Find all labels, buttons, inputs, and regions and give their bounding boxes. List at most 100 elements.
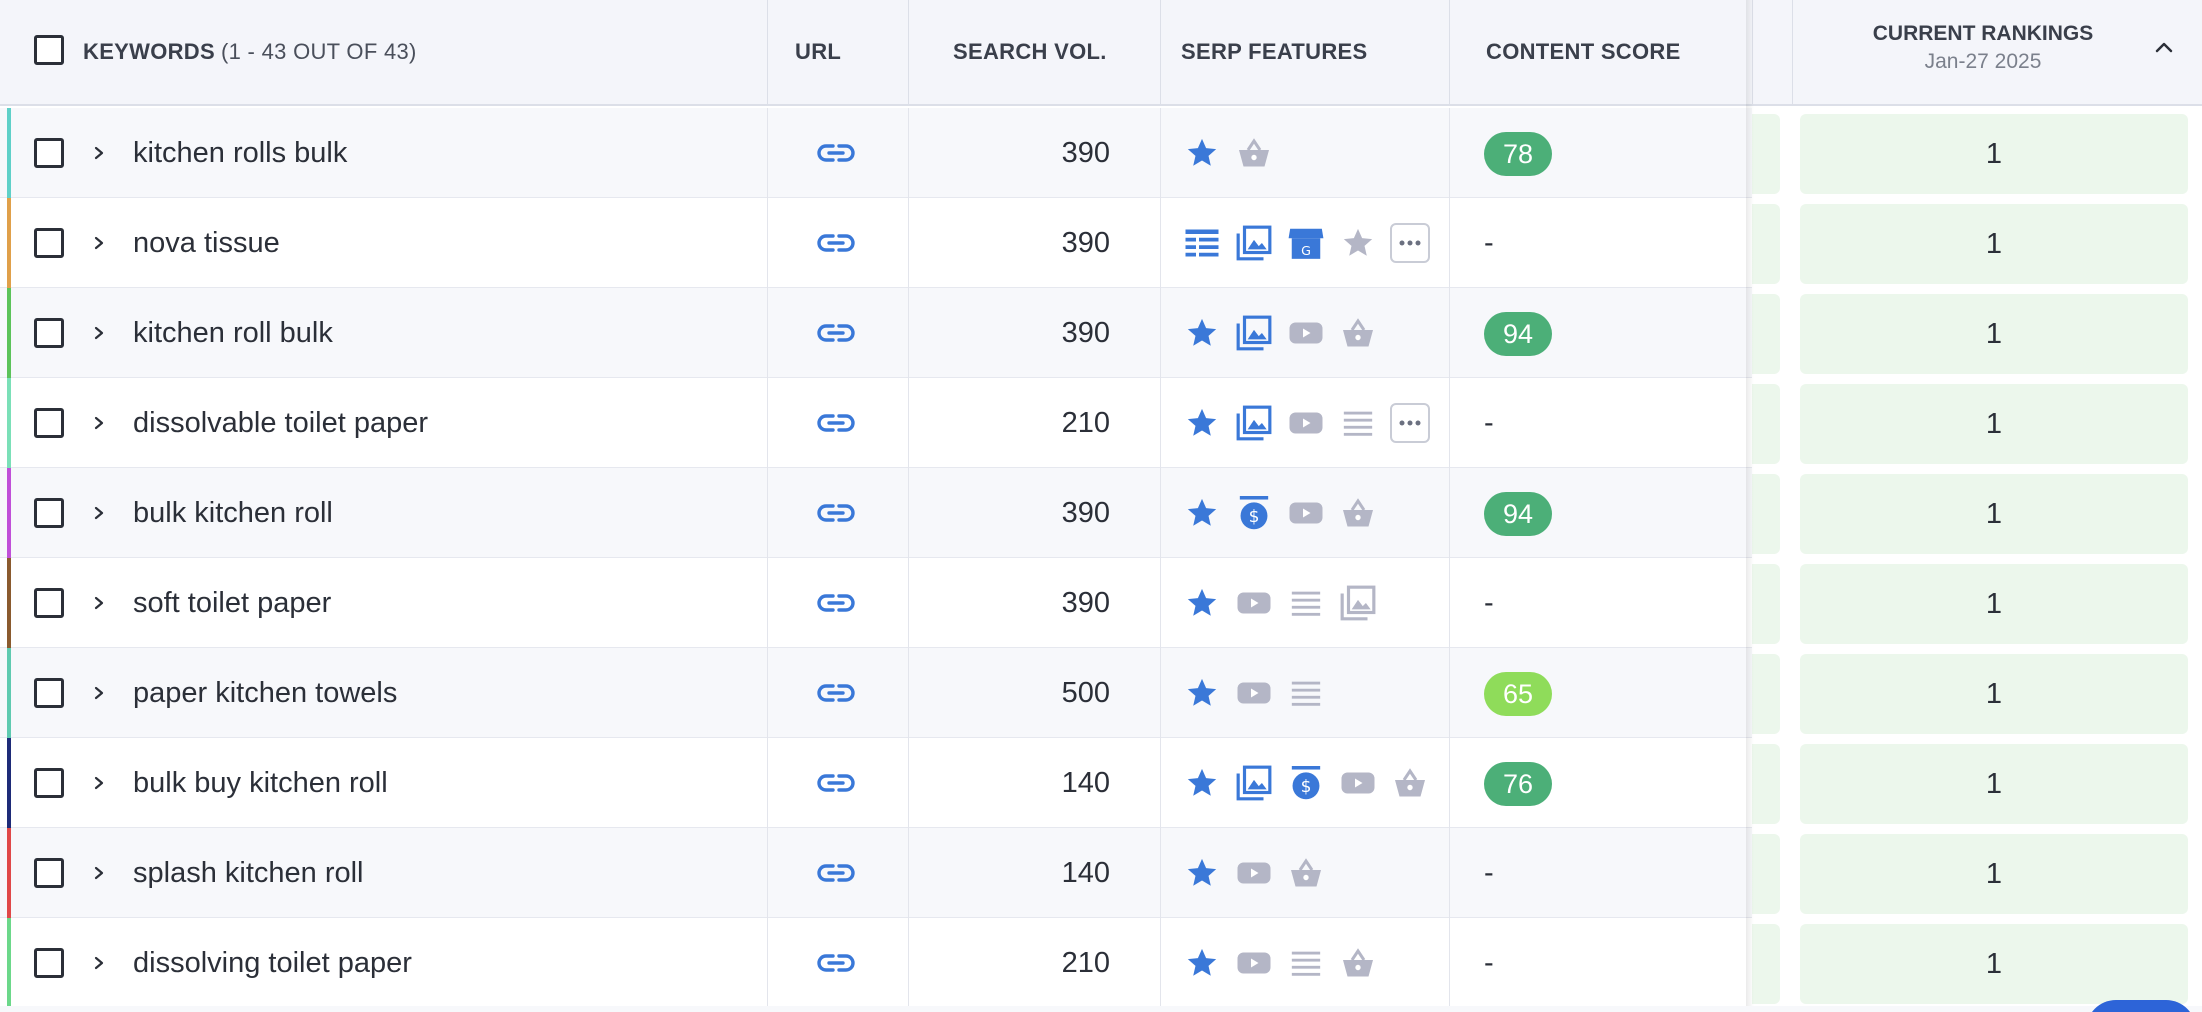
select-all-checkbox[interactable] xyxy=(34,35,64,65)
chevron-right-icon[interactable] xyxy=(92,414,106,432)
column-divider xyxy=(767,738,768,828)
column-divider xyxy=(767,648,768,738)
column-divider xyxy=(767,378,768,468)
table-row[interactable]: soft toilet paper 390 - 1 xyxy=(0,558,2202,648)
chevron-right-icon[interactable] xyxy=(92,594,106,612)
column-divider xyxy=(767,558,768,648)
row-color-marker xyxy=(7,378,11,468)
column-divider xyxy=(1160,108,1161,198)
current-ranking-value[interactable]: 1 xyxy=(1800,654,2188,734)
row-checkbox[interactable] xyxy=(34,228,64,258)
row-main: kitchen rolls bulk 390 78 xyxy=(0,108,1752,198)
row-checkbox[interactable] xyxy=(34,948,64,978)
more-features-icon[interactable] xyxy=(1390,223,1430,263)
link-icon[interactable] xyxy=(816,498,856,528)
row-color-marker xyxy=(7,648,11,738)
link-icon[interactable] xyxy=(816,588,856,618)
keyword-text[interactable]: kitchen roll bulk xyxy=(133,288,333,378)
more-features-icon[interactable] xyxy=(1390,403,1430,443)
column-divider xyxy=(908,288,909,378)
column-serp-features[interactable]: SERP FEATURES xyxy=(1181,0,1367,104)
table-row[interactable]: paper kitchen towels 500 65 1 xyxy=(0,648,2202,738)
current-ranking-value[interactable]: 1 xyxy=(1800,474,2188,554)
content-score-badge[interactable]: 94 xyxy=(1484,492,1552,536)
keyword-text[interactable]: bulk buy kitchen roll xyxy=(133,738,388,828)
column-url[interactable]: URL xyxy=(795,0,841,104)
keyword-text[interactable]: paper kitchen towels xyxy=(133,648,397,738)
keyword-text[interactable]: bulk kitchen roll xyxy=(133,468,333,558)
keyword-text[interactable]: nova tissue xyxy=(133,198,280,288)
content-score-badge[interactable]: 94 xyxy=(1484,312,1552,356)
link-icon[interactable] xyxy=(816,768,856,798)
row-checkbox[interactable] xyxy=(34,138,64,168)
chevron-right-icon[interactable] xyxy=(92,144,106,162)
current-ranking-value[interactable]: 1 xyxy=(1800,834,2188,914)
chevron-right-icon[interactable] xyxy=(92,954,106,972)
link-icon[interactable] xyxy=(816,858,856,888)
row-checkbox[interactable] xyxy=(34,678,64,708)
current-ranking-value[interactable]: 1 xyxy=(1800,384,2188,464)
table-row[interactable]: nova tissue 390 G - 1 xyxy=(0,198,2202,288)
chevron-right-icon[interactable] xyxy=(92,504,106,522)
row-checkbox[interactable] xyxy=(34,588,64,618)
chevron-up-icon[interactable] xyxy=(2152,36,2176,60)
column-divider xyxy=(767,918,768,1008)
content-score-badge[interactable]: 78 xyxy=(1484,132,1552,176)
url-label: URL xyxy=(795,39,842,64)
row-checkbox[interactable] xyxy=(34,768,64,798)
column-current-rankings[interactable]: CURRENT RANKINGS Jan-27 2025 xyxy=(1792,0,2202,106)
table-row[interactable]: dissolving toilet paper 210 - 1 xyxy=(0,918,2202,1008)
table-row[interactable]: splash kitchen roll 140 - 1 xyxy=(0,828,2202,918)
link-icon[interactable] xyxy=(816,228,856,258)
current-ranking-value[interactable]: 1 xyxy=(1800,294,2188,374)
link-icon[interactable] xyxy=(816,678,856,708)
featured-snippet-star-icon xyxy=(1182,763,1222,803)
table-row[interactable]: kitchen roll bulk 390 94 1 xyxy=(0,288,2202,378)
images-icon xyxy=(1234,313,1274,353)
row-checkbox[interactable] xyxy=(34,408,64,438)
row-checkbox[interactable] xyxy=(34,858,64,888)
row-checkbox[interactable] xyxy=(34,318,64,348)
keyword-text[interactable]: dissolving toilet paper xyxy=(133,918,412,1008)
keyword-text[interactable]: splash kitchen roll xyxy=(133,828,364,918)
chevron-right-icon[interactable] xyxy=(92,684,106,702)
row-checkbox[interactable] xyxy=(34,498,64,528)
chevron-right-icon[interactable] xyxy=(92,324,106,342)
column-divider xyxy=(908,468,909,558)
link-icon[interactable] xyxy=(816,948,856,978)
featured-snippet-star-icon xyxy=(1182,313,1222,353)
keywords-label: KEYWORDS xyxy=(83,39,215,64)
column-content-score[interactable]: CONTENT SCORE xyxy=(1486,0,1681,104)
table-row[interactable]: bulk buy kitchen roll 140 $ 76 1 xyxy=(0,738,2202,828)
content-score-badge[interactable]: 76 xyxy=(1484,762,1552,806)
table-row[interactable]: bulk kitchen roll 390 $ 94 1 xyxy=(0,468,2202,558)
row-color-marker xyxy=(7,738,11,828)
column-keywords[interactable]: KEYWORDS (1 - 43 OUT OF 43) xyxy=(83,0,417,104)
current-ranking-value[interactable]: 1 xyxy=(1800,744,2188,824)
chevron-right-icon[interactable] xyxy=(92,864,106,882)
content-score-badge[interactable]: 65 xyxy=(1484,672,1552,716)
current-ranking-value[interactable]: 1 xyxy=(1800,924,2188,1004)
current-ranking-value[interactable]: 1 xyxy=(1800,564,2188,644)
images-icon xyxy=(1234,763,1274,803)
column-search-volume[interactable]: SEARCH VOL. xyxy=(953,0,1107,104)
chevron-right-icon[interactable] xyxy=(92,234,106,252)
keyword-text[interactable]: dissolvable toilet paper xyxy=(133,378,428,468)
link-icon[interactable] xyxy=(816,138,856,168)
hidden-column-cell xyxy=(1752,384,1780,464)
link-icon[interactable] xyxy=(816,408,856,438)
images-icon xyxy=(1234,403,1274,443)
chevron-right-icon[interactable] xyxy=(92,774,106,792)
keyword-text[interactable]: kitchen rolls bulk xyxy=(133,108,347,198)
current-ranking-value[interactable]: 1 xyxy=(1800,204,2188,284)
video-icon xyxy=(1286,403,1326,443)
link-icon[interactable] xyxy=(816,318,856,348)
search-volume: 390 xyxy=(1061,496,1110,529)
hidden-column-cell xyxy=(1752,114,1780,194)
table-row[interactable]: dissolvable toilet paper 210 - 1 xyxy=(0,378,2202,468)
images-icon xyxy=(1338,583,1378,623)
table-row[interactable]: kitchen rolls bulk 390 78 1 xyxy=(0,108,2202,198)
serp-features-list xyxy=(1182,312,1378,354)
keyword-text[interactable]: soft toilet paper xyxy=(133,558,331,648)
current-ranking-value[interactable]: 1 xyxy=(1800,114,2188,194)
